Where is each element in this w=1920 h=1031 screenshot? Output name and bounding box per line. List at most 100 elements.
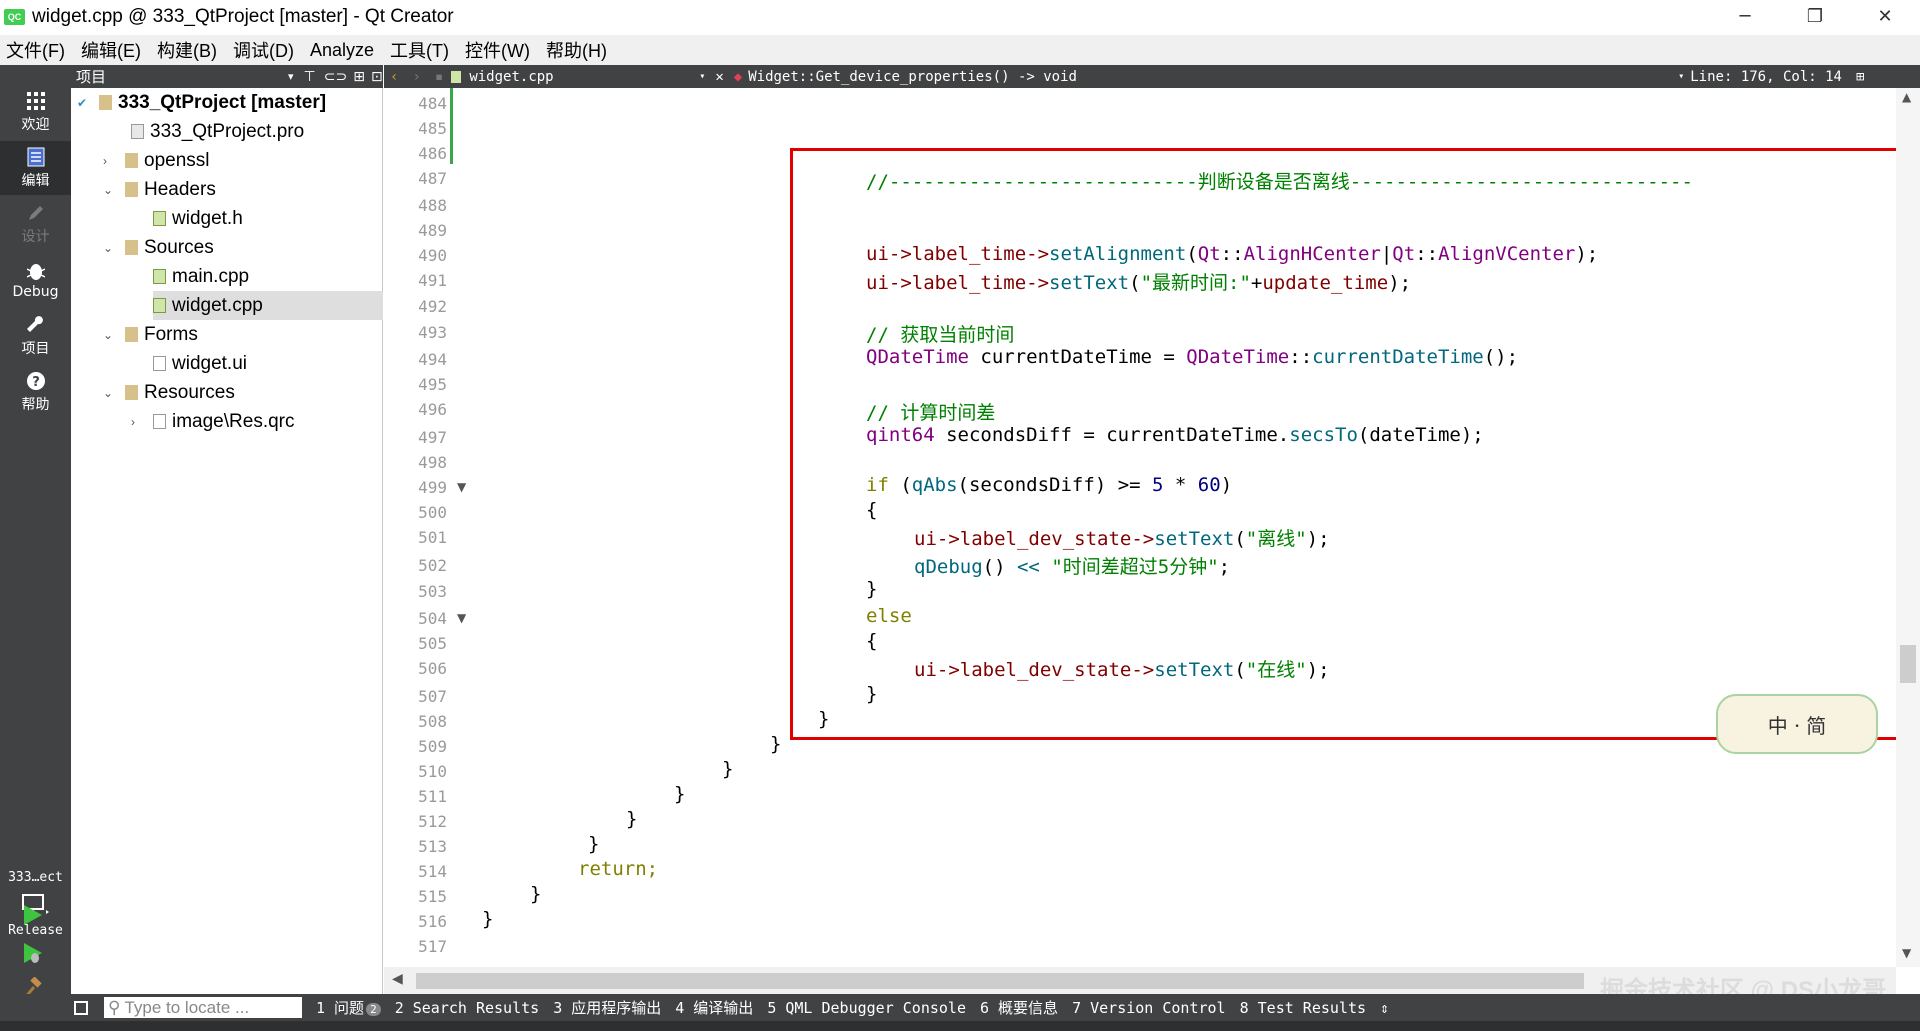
filter-icon[interactable]: ⊤ [304, 69, 316, 85]
split-editor-icon[interactable]: ⊞ [1856, 69, 1864, 85]
menu-help[interactable]: 帮助(H) [546, 37, 607, 63]
pane-version-control[interactable]: 7 Version Control [1072, 999, 1226, 1017]
line-number: 485 [418, 119, 447, 138]
tree-item-sources[interactable]: ⌄ Sources [103, 233, 214, 262]
code-line-513: } [588, 833, 600, 855]
tree-item-headers[interactable]: ⌄ Headers [103, 175, 216, 204]
menu-build[interactable]: 构建(B) [157, 37, 217, 63]
tree-item-res-qrc[interactable]: › image\Res.qrc [131, 407, 295, 436]
mode-help[interactable]: ? 帮助 [0, 365, 71, 419]
code-line-515: } [530, 883, 542, 905]
scroll-left-icon[interactable]: ◀ [392, 971, 403, 987]
close-button[interactable]: ✕ [1850, 0, 1920, 33]
tree-item-label: main.cpp [172, 265, 250, 287]
tree-item-openssl[interactable]: › openssl [103, 146, 210, 175]
tree-item-widget-ui[interactable]: widget.ui [153, 349, 247, 378]
tree-item-label: widget.ui [172, 352, 247, 374]
horizontal-scroll-thumb[interactable] [416, 973, 1584, 989]
close-document-icon[interactable]: ✕ [715, 69, 723, 85]
cursor-position[interactable]: Line: 176, Col: 14 [1690, 69, 1842, 85]
line-number: 517 [418, 937, 447, 956]
close-pane-icon[interactable]: ⊡ [371, 69, 383, 85]
dropdown-arrow-icon[interactable]: ▾ [1678, 71, 1684, 82]
tree-item-forms[interactable]: ⌄ Forms [103, 320, 198, 349]
chevron-right-icon: › [131, 414, 135, 429]
mode-projects[interactable]: 项目 [0, 309, 71, 363]
minimize-button[interactable]: ─ [1710, 0, 1780, 33]
dropdown-arrow-icon[interactable]: ▾ [288, 70, 294, 83]
cpp-file-icon [153, 269, 166, 284]
menu-edit[interactable]: 编辑(E) [81, 37, 141, 63]
back-arrow-icon[interactable]: ‹ [390, 69, 398, 85]
pane-compile-output[interactable]: 4 编译输出 [675, 997, 753, 1018]
restore-button[interactable]: ❐ [1780, 0, 1850, 33]
tree-item-label: widget.cpp [172, 294, 263, 316]
line-number: 489 [418, 221, 447, 240]
line-number: 484 [418, 94, 447, 113]
line-number: 487 [418, 169, 447, 188]
symbol-diamond-icon: ◆ [733, 68, 743, 85]
tree-item-project[interactable]: ✔ 333_QtProject [master] [77, 88, 326, 117]
open-file-combo[interactable]: widget.cpp [469, 69, 699, 85]
dropdown-arrow-icon[interactable]: ▾ [699, 71, 705, 82]
cpp-file-icon [153, 298, 166, 313]
split-icon[interactable]: ⊞ [353, 69, 365, 85]
line-number: 504 [418, 609, 447, 628]
line-number: 513 [418, 837, 447, 856]
mode-edit[interactable]: 编辑 [0, 141, 71, 195]
run-button[interactable] [20, 903, 44, 931]
pane-application-output[interactable]: 3 应用程序输出 [553, 997, 661, 1018]
line-number: 491 [418, 271, 447, 290]
mode-debug[interactable]: Debug [0, 253, 71, 307]
chevron-down-icon: ⌄ [103, 385, 114, 400]
fold-arrow-icon[interactable]: ▼ [457, 480, 466, 494]
tree-item-label: widget.h [172, 207, 243, 229]
chevron-right-icon: › [103, 153, 107, 168]
line-number: 516 [418, 912, 447, 931]
project-pane-title[interactable]: 项目 [76, 66, 284, 87]
scroll-down-icon[interactable]: ▼ [1902, 946, 1911, 960]
tree-item-resources[interactable]: ⌄ Resources [103, 378, 235, 407]
forward-arrow-icon[interactable]: › [412, 69, 420, 85]
toggle-sidebar-icon[interactable] [74, 1000, 88, 1015]
highlight-box [790, 148, 1904, 740]
locate-input[interactable]: ⚲ Type to locate ... [104, 997, 302, 1018]
pane-general-messages[interactable]: 6 概要信息 [980, 997, 1058, 1018]
vertical-scrollbar[interactable]: ▲ ▼ [1896, 88, 1920, 967]
vertical-scroll-thumb[interactable] [1900, 645, 1916, 683]
line-number: 502 [418, 556, 447, 575]
pane-issues[interactable]: 1 问题 2 [316, 997, 381, 1018]
qt-creator-icon: QC [4, 8, 25, 25]
tree-item-label: openssl [144, 149, 210, 171]
scroll-up-icon[interactable]: ▲ [1902, 90, 1911, 104]
line-number: 501 [418, 528, 447, 547]
mode-welcome[interactable]: 欢迎 [0, 85, 71, 139]
menu-analyze[interactable]: Analyze [310, 40, 374, 61]
tree-item-widget-h[interactable]: widget.h [153, 204, 243, 233]
pane-test-results[interactable]: 8 Test Results [1240, 999, 1366, 1017]
menu-file[interactable]: 文件(F) [6, 37, 65, 63]
tree-item-main-cpp[interactable]: main.cpp [153, 262, 249, 291]
issues-badge: 2 [366, 1003, 381, 1016]
debug-run-button[interactable] [20, 941, 44, 969]
pane-search-results[interactable]: 2 Search Results [395, 999, 540, 1017]
menu-tools[interactable]: 工具(T) [390, 37, 449, 63]
tree-item-label: image\Res.qrc [172, 410, 295, 432]
tree-item-widget-cpp[interactable]: widget.cpp [153, 291, 383, 320]
mode-design[interactable]: 设计 [0, 197, 71, 251]
pane-qml-debugger[interactable]: 5 QML Debugger Console [767, 999, 966, 1017]
code-line-511: } [674, 783, 686, 805]
tree-item-label: 333_QtProject.pro [150, 120, 305, 142]
menu-widgets[interactable]: 控件(W) [465, 37, 530, 63]
symbol-combo[interactable]: Widget::Get_device_properties() -> void [748, 69, 1678, 85]
link-icon[interactable]: ⊂⊃ [324, 69, 347, 85]
tree-item-pro-file[interactable]: 333_QtProject.pro [131, 117, 304, 146]
menu-debug[interactable]: 调试(D) [233, 37, 294, 63]
line-number: 499 [418, 478, 447, 497]
line-number: 507 [418, 687, 447, 706]
line-number: 498 [418, 453, 447, 472]
more-panes-icon[interactable]: ⇕ [1380, 999, 1389, 1017]
pro-file-icon [131, 124, 144, 139]
search-icon: ⚲ [108, 997, 121, 1017]
fold-arrow-icon[interactable]: ▼ [457, 611, 466, 625]
